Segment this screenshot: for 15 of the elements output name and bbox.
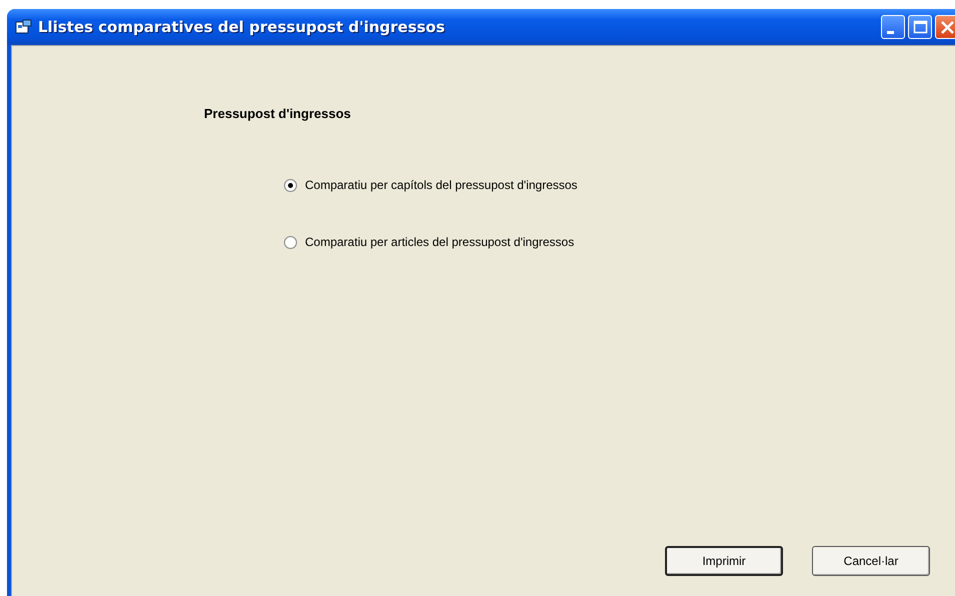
dialog-button[interactable]: Cancel·lar	[812, 546, 930, 576]
option-label: Comparatiu per capítols del pressupost d'ingressos	[305, 178, 578, 192]
radio-button[interactable]	[284, 236, 297, 248]
section-heading: Pressupost d'ingressos	[204, 106, 351, 121]
minimize-icon	[886, 30, 894, 34]
window-icon	[15, 19, 33, 35]
option-label: Comparatiu per articles del pressupost d'ingressos	[305, 235, 574, 249]
close-button[interactable]	[935, 15, 955, 39]
radio-option[interactable]: Comparatiu per articles del pressupost d'ingressos	[284, 234, 578, 250]
radio-option[interactable]: Comparatiu per capítols del pressupost d'ingressos	[284, 177, 578, 193]
minimize-button[interactable]	[881, 15, 905, 39]
dialog-button[interactable]: Imprimir	[665, 546, 783, 576]
window-title: Llistes comparatives del pressupost d'ingressos	[38, 18, 446, 36]
radio-button[interactable]	[284, 178, 297, 192]
maximize-button[interactable]	[908, 15, 932, 39]
